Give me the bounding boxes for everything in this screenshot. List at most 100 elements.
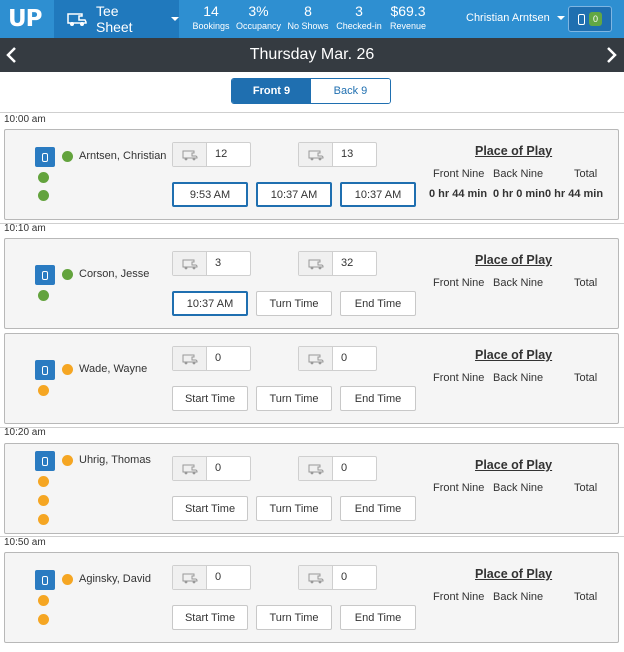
place-of-play-link[interactable]: Place of Play: [475, 253, 552, 267]
player-status-dot: [62, 455, 73, 466]
player-status-dot: [62, 269, 73, 280]
front-nine-label: Front Nine: [433, 591, 485, 603]
mobile-checkin-button[interactable]: [35, 451, 55, 471]
stat-checked-in: 3 Checked-in: [336, 3, 382, 31]
start-time-button[interactable]: 10:37 AM: [172, 291, 248, 316]
start-time-button[interactable]: Start Time: [172, 386, 248, 411]
player-status-dot: [38, 476, 49, 487]
golf-cart-icon: [299, 457, 333, 480]
turn-time-button[interactable]: Turn Time: [256, 496, 332, 521]
front-cart-field[interactable]: 0: [172, 565, 251, 590]
mobile-checkin-button[interactable]: [35, 147, 55, 167]
mobile-checkin-button[interactable]: [35, 570, 55, 590]
chevron-right-icon[interactable]: [603, 46, 619, 64]
end-time-button[interactable]: End Time: [340, 605, 416, 630]
player-name[interactable]: Wade, Wayne: [79, 363, 147, 375]
turn-time-button[interactable]: Turn Time: [256, 291, 332, 316]
start-time-button[interactable]: 9:53 AM: [172, 182, 248, 207]
front-nine-label: Front Nine: [433, 277, 485, 289]
cart-number: 0: [215, 462, 222, 474]
cart-number: 0: [215, 352, 222, 364]
total-label: Total: [574, 372, 598, 384]
player-status-dot: [62, 364, 73, 375]
mobile-phone-icon: [42, 365, 48, 375]
place-of-play-link[interactable]: Place of Play: [475, 567, 552, 581]
mobile-checkin-button[interactable]: [35, 265, 55, 285]
golf-cart-icon: [173, 347, 207, 370]
player-name[interactable]: Aginsky, David: [79, 573, 151, 585]
golf-cart-icon: [299, 566, 333, 589]
back-nine-tab[interactable]: Back 9: [311, 79, 390, 103]
total-label: Total: [574, 482, 598, 494]
time-slot-label: 10:10 am: [4, 223, 46, 234]
golf-cart-icon: [299, 252, 333, 275]
front-cart-field[interactable]: 0: [172, 456, 251, 481]
time-divider: [0, 427, 624, 428]
front-cart-field[interactable]: 3: [172, 251, 251, 276]
back-nine-label: Back Nine: [493, 591, 544, 603]
player-status-dot: [38, 614, 49, 625]
start-time-button[interactable]: Start Time: [172, 605, 248, 630]
back-cart-field[interactable]: 32: [298, 251, 377, 276]
front-nine-label: Front Nine: [433, 372, 485, 384]
golf-cart-icon: [67, 13, 87, 26]
user-menu[interactable]: Christian Arntsen: [466, 12, 565, 24]
back-nine-label: Back Nine: [493, 168, 544, 180]
end-time-button[interactable]: End Time: [340, 291, 416, 316]
player-name[interactable]: Uhrig, Thomas: [79, 454, 151, 466]
turn-time-button[interactable]: Turn Time: [256, 386, 332, 411]
app-logo[interactable]: UP: [8, 5, 43, 33]
player-status-dot: [62, 574, 73, 585]
place-of-play-link[interactable]: Place of Play: [475, 348, 552, 362]
back-cart-field[interactable]: 0: [298, 565, 377, 590]
back-nine-label: Back Nine: [493, 372, 544, 384]
tee-sheet-label: Tee Sheet: [95, 3, 133, 35]
tee-sheet-menu-button[interactable]: Tee Sheet: [54, 0, 179, 38]
front-cart-field[interactable]: 12: [172, 142, 251, 167]
player-status-dot: [38, 190, 49, 201]
booking-card: Uhrig, Thomas 0 0 Start Time Turn Time E…: [4, 443, 619, 534]
booking-card: Arntsen, Christian 12 13 9:53 AM 10:37 A…: [4, 129, 619, 220]
turn-time-button[interactable]: Turn Time: [256, 605, 332, 630]
front-nine-label: Front Nine: [433, 168, 485, 180]
place-of-play-link[interactable]: Place of Play: [475, 458, 552, 472]
time-divider: [0, 223, 624, 224]
mobile-checkin-button[interactable]: [35, 360, 55, 380]
back-cart-field[interactable]: 0: [298, 456, 377, 481]
front-cart-field[interactable]: 0: [172, 346, 251, 371]
player-name[interactable]: Arntsen, Christian: [79, 150, 166, 162]
total-label: Total: [574, 277, 598, 289]
end-time-button[interactable]: End Time: [340, 386, 416, 411]
back-nine-duration: 0 hr 0 min: [493, 188, 545, 200]
back-nine-label: Back Nine: [493, 482, 544, 494]
stats-bar: 14 Bookings 3% Occupancy 8 No Shows 3 Checke…: [192, 3, 433, 32]
back-nine-label: Back Nine: [493, 277, 544, 289]
start-time-button[interactable]: Start Time: [172, 496, 248, 521]
mobile-phone-icon: [42, 575, 48, 585]
front-nine-tab[interactable]: Front 9: [232, 79, 311, 103]
end-time-button[interactable]: End Time: [340, 496, 416, 521]
front-nine-duration: 0 hr 44 min: [429, 188, 488, 200]
place-of-play-link[interactable]: Place of Play: [475, 144, 552, 158]
booking-card: Corson, Jesse 3 32 10:37 AM Turn Time En…: [4, 238, 619, 329]
booking-card: Wade, Wayne 0 0 Start Time Turn Time End…: [4, 333, 619, 424]
stat-no-shows: 8 No Shows: [287, 3, 329, 31]
time-slot-label: 10:00 am: [4, 114, 46, 125]
time-slot-label: 10:20 am: [4, 427, 46, 438]
player-name[interactable]: Corson, Jesse: [79, 268, 149, 280]
stat-occupancy: 3% Occupancy: [236, 3, 282, 31]
golf-cart-icon: [173, 457, 207, 480]
mobile-messages-button[interactable]: 0: [568, 6, 612, 32]
player-status-dot: [38, 385, 49, 396]
current-date: Thursday Mar. 26: [249, 46, 375, 63]
message-count-badge: 0: [588, 12, 602, 26]
total-label: Total: [574, 591, 598, 603]
back-cart-field[interactable]: 13: [298, 142, 377, 167]
chevron-left-icon[interactable]: [4, 46, 20, 64]
back-cart-field[interactable]: 0: [298, 346, 377, 371]
turn-time-button[interactable]: 10:37 AM: [256, 182, 332, 207]
end-time-button[interactable]: 10:37 AM: [340, 182, 416, 207]
cart-number: 0: [215, 571, 222, 583]
cart-number: 13: [341, 148, 354, 160]
cart-number: 0: [341, 352, 348, 364]
